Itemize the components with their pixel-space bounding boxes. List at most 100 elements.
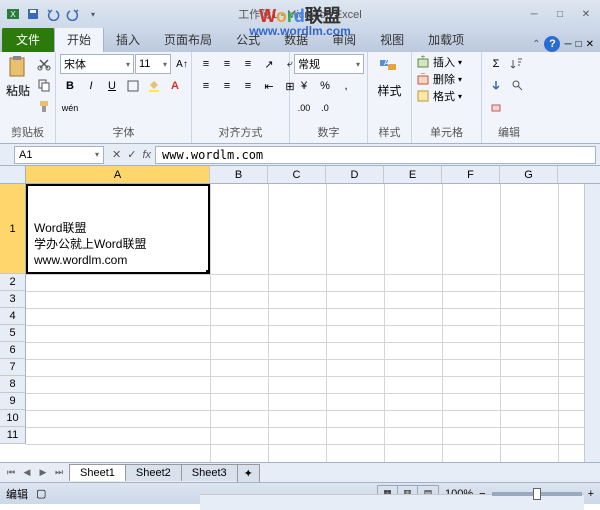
sheet-tab-bar: ⏮ ◀ ▶ ⏭ Sheet1 Sheet2 Sheet3 ✦ (0, 462, 600, 482)
percent-icon[interactable]: % (315, 76, 335, 96)
new-sheet-button[interactable]: ✦ (237, 464, 260, 482)
zoom-in-icon[interactable]: + (588, 488, 594, 500)
orientation-icon[interactable]: ↗ (259, 54, 279, 74)
close-icon[interactable]: ✕ (576, 6, 596, 22)
align-center-icon[interactable]: ≡ (217, 76, 237, 96)
ribbon-minimize-icon[interactable]: ⌃ (532, 39, 540, 50)
border-icon[interactable] (123, 76, 143, 96)
number-format-combo[interactable]: 常规▾ (294, 54, 364, 74)
align-left-icon[interactable]: ≡ (196, 76, 216, 96)
comma-icon[interactable]: , (336, 76, 356, 96)
fx-icon[interactable]: fx (142, 149, 151, 161)
align-right-icon[interactable]: ≡ (238, 76, 258, 96)
copy-icon[interactable] (34, 75, 54, 95)
fill-icon[interactable] (486, 75, 506, 95)
increase-decimal-icon[interactable]: .00 (294, 98, 314, 118)
select-all-corner[interactable] (0, 166, 26, 184)
column-header[interactable]: E (384, 166, 442, 183)
column-header[interactable]: D (326, 166, 384, 183)
cancel-formula-icon[interactable]: ✕ (112, 148, 121, 161)
tab-addins[interactable]: 加载项 (416, 27, 476, 52)
sheet-tab-2[interactable]: Sheet2 (125, 464, 182, 481)
doc-close-icon[interactable]: ✕ (586, 39, 594, 50)
formula-bar-row: A1▾ ✕ ✓ fx www.wordlm.com (0, 144, 600, 166)
tab-view[interactable]: 视图 (368, 27, 416, 52)
phonetic-icon[interactable]: wén (60, 98, 80, 118)
currency-icon[interactable]: ¥ (294, 76, 314, 96)
sheet-nav-first-icon[interactable]: ⏮ (4, 467, 18, 478)
fill-color-icon[interactable] (144, 76, 164, 96)
autosum-icon[interactable]: Σ (486, 54, 506, 74)
increase-font-icon[interactable]: A↑ (172, 54, 192, 74)
row-header[interactable]: 4 (0, 308, 26, 325)
tab-file[interactable]: 文件 (2, 27, 54, 52)
row-header[interactable]: 1 (0, 184, 26, 274)
underline-button[interactable]: U (102, 76, 122, 96)
redo-icon[interactable] (64, 5, 82, 23)
sort-icon[interactable] (507, 54, 527, 74)
find-icon[interactable] (507, 75, 527, 95)
clear-icon[interactable] (486, 96, 506, 116)
format-painter-icon[interactable] (34, 96, 54, 116)
sheet-nav-next-icon[interactable]: ▶ (36, 467, 50, 478)
column-header[interactable]: F (442, 166, 500, 183)
styles-icon: A (378, 56, 402, 80)
paste-button[interactable]: 粘贴 (4, 54, 32, 101)
name-box[interactable]: A1▾ (14, 146, 104, 164)
row-header[interactable]: 10 (0, 410, 26, 427)
font-color-icon[interactable]: A (165, 76, 185, 96)
sheet-tab-1[interactable]: Sheet1 (69, 464, 126, 481)
decrease-decimal-icon[interactable]: .0 (315, 98, 335, 118)
column-header[interactable]: G (500, 166, 558, 183)
tab-layout[interactable]: 页面布局 (152, 27, 224, 52)
doc-restore-icon[interactable]: □ (576, 39, 582, 50)
tab-insert[interactable]: 插入 (104, 27, 152, 52)
help-icon[interactable]: ? (544, 36, 560, 52)
cell-A1[interactable]: Word联盟 学办公就上Word联盟 www.wordlm.com (26, 184, 210, 274)
undo-icon[interactable] (44, 5, 62, 23)
vertical-scrollbar[interactable] (584, 184, 600, 462)
sheet-nav-last-icon[interactable]: ⏭ (52, 467, 66, 478)
svg-text:+: + (421, 55, 426, 61)
horizontal-scrollbar[interactable] (200, 494, 584, 510)
row-header[interactable]: 5 (0, 325, 26, 342)
align-bottom-icon[interactable]: ≡ (238, 54, 258, 74)
insert-cells-button[interactable]: +插入▾ (416, 54, 462, 70)
excel-icon[interactable]: X (4, 5, 22, 23)
macro-record-icon[interactable]: ▢ (36, 487, 46, 500)
cut-icon[interactable] (34, 54, 54, 74)
maximize-icon[interactable]: □ (550, 6, 570, 22)
italic-button[interactable]: I (81, 76, 101, 96)
qat-dropdown-icon[interactable]: ▾ (84, 5, 102, 23)
row-header[interactable]: 3 (0, 291, 26, 308)
font-size-combo[interactable]: 11▾ (135, 54, 171, 74)
sheet-tab-3[interactable]: Sheet3 (181, 464, 238, 481)
font-family-combo[interactable]: 宋体▾ (60, 54, 134, 74)
doc-minimize-icon[interactable]: ─ (564, 39, 571, 50)
sheet-nav-prev-icon[interactable]: ◀ (20, 467, 34, 478)
format-cells-button[interactable]: 格式▾ (416, 88, 462, 104)
decrease-indent-icon[interactable]: ⇤ (259, 76, 279, 96)
save-icon[interactable] (24, 5, 42, 23)
row-header[interactable]: 8 (0, 376, 26, 393)
row-header[interactable]: 6 (0, 342, 26, 359)
row-header[interactable]: 7 (0, 359, 26, 376)
zoom-slider[interactable] (492, 492, 582, 496)
align-top-icon[interactable]: ≡ (196, 54, 216, 74)
align-middle-icon[interactable]: ≡ (217, 54, 237, 74)
column-header[interactable]: B (210, 166, 268, 183)
formula-bar[interactable]: www.wordlm.com (155, 146, 596, 164)
column-header[interactable]: C (268, 166, 326, 183)
ribbon: 粘贴 剪贴板 宋体▾ 11▾ A↑ B I U A (0, 52, 600, 144)
column-header[interactable]: A (26, 166, 210, 183)
minimize-icon[interactable]: ─ (524, 6, 544, 22)
row-header[interactable]: 9 (0, 393, 26, 410)
worksheet-grid[interactable]: ABCDEFG 1234567891011 Word联盟 学办公就上Word联盟… (0, 166, 600, 462)
row-header[interactable]: 2 (0, 274, 26, 291)
enter-formula-icon[interactable]: ✓ (127, 148, 136, 161)
delete-cells-button[interactable]: −删除▾ (416, 71, 462, 87)
row-header[interactable]: 11 (0, 427, 26, 444)
styles-button[interactable]: A 样式 (372, 54, 407, 101)
tab-home[interactable]: 开始 (54, 26, 104, 52)
bold-button[interactable]: B (60, 76, 80, 96)
